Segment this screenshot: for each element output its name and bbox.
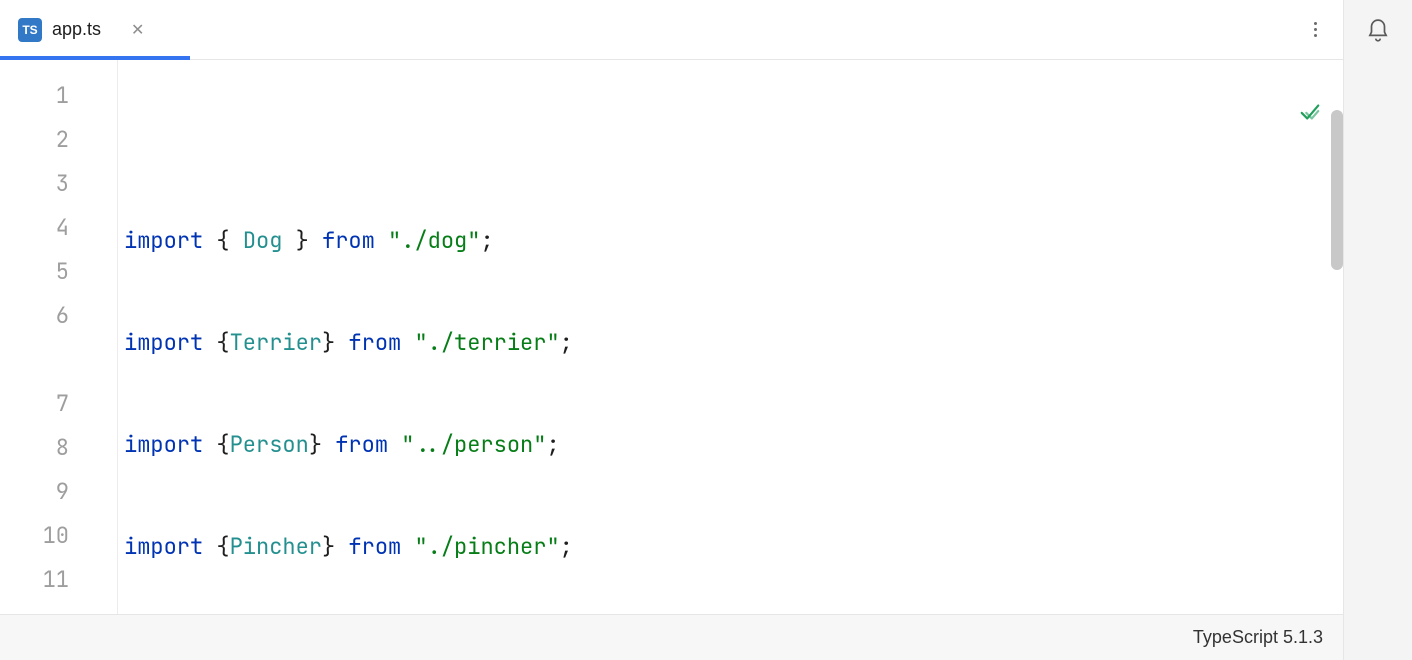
code-line: import {Pincher} from "./pincher"; bbox=[124, 525, 1343, 569]
line-number: 8 bbox=[0, 426, 69, 470]
line-number: 9 bbox=[0, 470, 69, 514]
line-number-gutter: 1 2 3 4 5 6 7 8 9 10 11 bbox=[0, 60, 118, 614]
line-number: 7 bbox=[0, 382, 69, 426]
right-tool-sidebar bbox=[1344, 0, 1412, 660]
line-number bbox=[0, 338, 69, 382]
tab-bar-actions bbox=[1305, 20, 1325, 40]
line-number: 10 bbox=[0, 514, 69, 558]
code-line: import {Terrier} from "./terrier"; bbox=[124, 321, 1343, 365]
line-number: 6 bbox=[0, 294, 69, 338]
more-options-icon[interactable] bbox=[1305, 20, 1325, 40]
file-tab[interactable]: TS app.ts ✕ bbox=[0, 0, 162, 59]
code-line: import {Person} from "../person"; bbox=[124, 423, 1343, 467]
inspection-ok-icon[interactable] bbox=[1167, 72, 1321, 159]
typescript-file-icon: TS bbox=[18, 18, 42, 42]
code-content[interactable]: import { Dog } from "./dog"; import {Ter… bbox=[118, 60, 1343, 614]
editor-area[interactable]: 1 2 3 4 5 6 7 8 9 10 11 import { Dog } f… bbox=[0, 60, 1343, 614]
tab-bar: TS app.ts ✕ bbox=[0, 0, 1343, 60]
status-bar: TypeScript 5.1.3 bbox=[0, 614, 1343, 660]
line-number: 11 bbox=[0, 558, 69, 602]
editor-main: TS app.ts ✕ 1 2 3 4 5 6 7 8 9 10 bbox=[0, 0, 1344, 660]
line-number: 3 bbox=[0, 162, 69, 206]
notifications-bell-icon[interactable] bbox=[1365, 18, 1391, 49]
line-number: 2 bbox=[0, 118, 69, 162]
line-number: 1 bbox=[0, 74, 69, 118]
line-number: 4 bbox=[0, 206, 69, 250]
vertical-scrollbar[interactable] bbox=[1331, 110, 1343, 270]
close-tab-icon[interactable]: ✕ bbox=[131, 20, 144, 40]
line-number: 5 bbox=[0, 250, 69, 294]
code-line: import { Dog } from "./dog"; bbox=[124, 219, 1343, 263]
tab-filename: app.ts bbox=[52, 19, 101, 40]
language-version-label[interactable]: TypeScript 5.1.3 bbox=[1193, 627, 1323, 648]
